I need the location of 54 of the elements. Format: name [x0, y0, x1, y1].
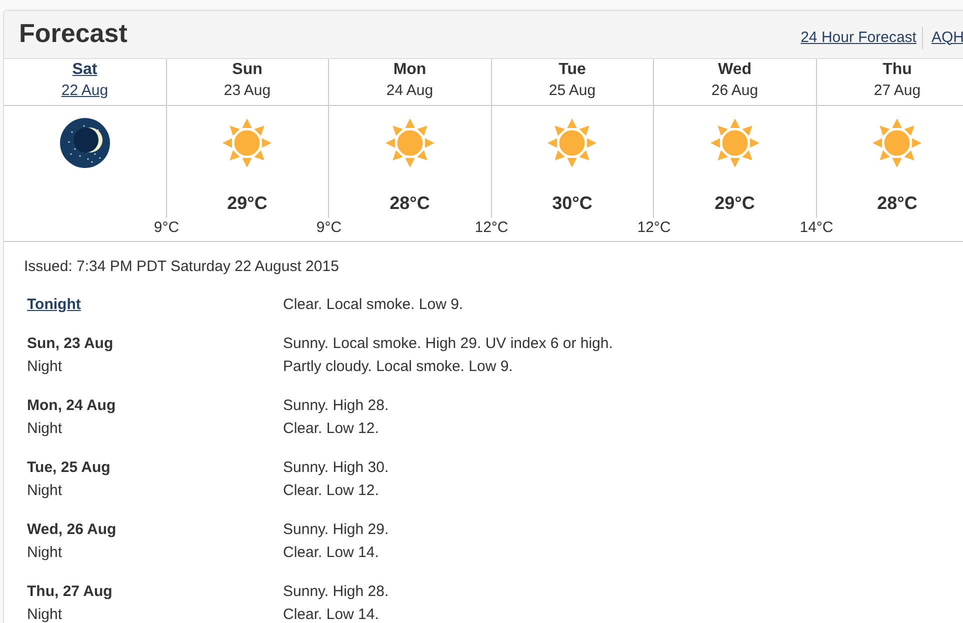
period-day-label: Sun, 23 Aug [27, 334, 114, 354]
forecast-text: Partly cloudy. Local smoke. Low 9. [283, 357, 513, 377]
forecast-text: Sunny. High 29. [283, 520, 389, 540]
high-temperature: 28°C [390, 192, 430, 214]
high-temperature: 30°C [552, 192, 592, 214]
sun-icon [222, 118, 272, 168]
forecast-text: Sunny. High 28. [283, 396, 389, 416]
low-temperature: 12°C [637, 218, 671, 238]
header-link[interactable]: AQH [931, 28, 963, 48]
day-name: Sun [232, 60, 262, 80]
forecast-text: Sunny. Local smoke. High 29. UV index 6 or high. [283, 334, 613, 354]
day-date: 23 Aug [224, 81, 271, 101]
day-date: 25 Aug [548, 81, 596, 101]
forecast-text: Clear. Low 14. [283, 543, 379, 563]
low-temperature: 9°C [154, 218, 180, 238]
moon-icon [60, 118, 110, 168]
period-day-label: Tue, 25 Aug [27, 458, 110, 478]
date-link[interactable]: 22 Aug [61, 80, 108, 102]
day-name: Tue [558, 60, 586, 80]
day-date: 24 Aug [386, 81, 434, 101]
sun-icon [710, 118, 760, 168]
low-temperature: 14°C [800, 218, 834, 238]
high-temperature: 29°C [714, 192, 755, 214]
high-temperature: 28°C [877, 192, 918, 214]
period-night-label: Night [27, 481, 62, 501]
forecast-text: Clear. Low 12. [283, 419, 379, 439]
forecast-text: Clear. Local smoke. Low 9. [283, 295, 464, 315]
day-name: Mon [393, 60, 426, 80]
period-night-label: Night [27, 357, 62, 377]
period-night-label: Night [27, 605, 62, 623]
day-name: Thu [882, 60, 912, 80]
header-link[interactable]: 24 Hour Forecast [800, 28, 916, 48]
sun-icon [872, 118, 922, 168]
low-temperature: 12°C [474, 218, 508, 238]
period-day-label: Thu, 27 Aug [27, 582, 112, 602]
day-link[interactable]: Sat [72, 59, 98, 80]
low-temperature: 9°C [316, 218, 342, 238]
panel-title: Forecast [19, 18, 128, 50]
period-link[interactable]: Tonight [27, 293, 81, 316]
forecast-text: Sunny. High 28. [283, 582, 389, 602]
sun-icon [547, 118, 598, 168]
forecast-text: Clear. Low 12. [283, 481, 379, 501]
issued-time: Issued: 7:34 PM PDT Saturday 22 August 2015 [24, 257, 339, 277]
day-date: 26 Aug [711, 81, 758, 101]
period-night-label: Night [27, 419, 62, 439]
day-date: 27 Aug [874, 81, 921, 101]
high-temperature: 29°C [227, 192, 268, 214]
period-day-label: Mon, 24 Aug [27, 396, 116, 416]
forecast-text: Clear. Low 14. [283, 605, 379, 623]
period-night-label: Night [27, 543, 62, 563]
forecast-text: Sunny. High 30. [283, 458, 389, 478]
sun-icon [384, 118, 435, 168]
period-day-label: Wed, 26 Aug [27, 520, 116, 540]
day-name: Wed [718, 60, 752, 80]
